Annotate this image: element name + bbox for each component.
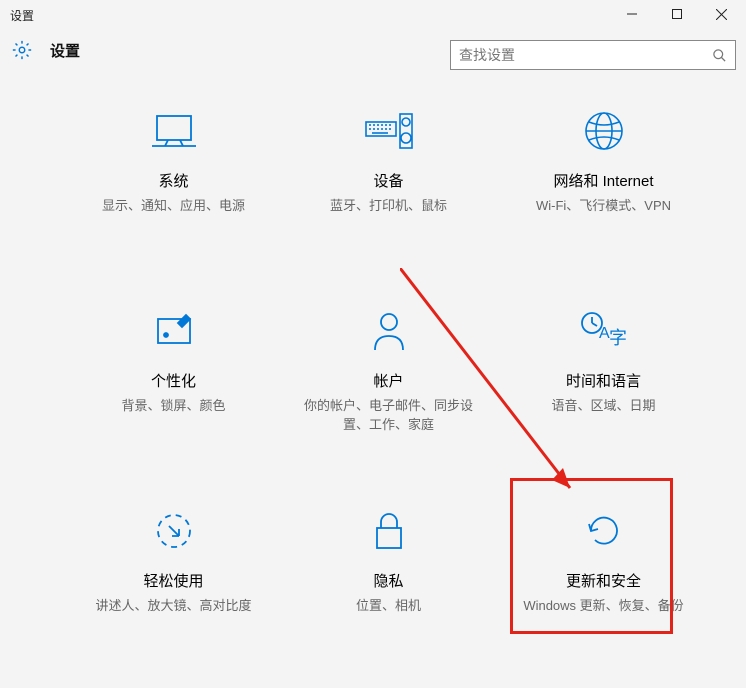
item-title: 更新和安全 xyxy=(566,570,641,591)
item-title: 轻松使用 xyxy=(143,570,203,591)
item-desc: 显示、通知、应用、电源 xyxy=(102,197,245,216)
person-icon xyxy=(369,306,409,356)
item-privacy[interactable]: 隐私 位置、相机 xyxy=(281,488,496,688)
item-personalization[interactable]: 个性化 背景、锁屏、颜色 xyxy=(66,288,281,488)
item-desc: 背景、锁屏、颜色 xyxy=(121,397,225,416)
devices-icon xyxy=(364,106,414,156)
search-input[interactable] xyxy=(459,47,712,63)
system-icon xyxy=(150,106,198,156)
search-box[interactable] xyxy=(450,40,736,70)
window-title: 设置 xyxy=(10,7,34,24)
item-title: 时间和语言 xyxy=(566,370,641,391)
item-desc: Wi-Fi、飞行模式、VPN xyxy=(536,197,671,216)
item-update-security[interactable]: 更新和安全 Windows 更新、恢复、备份 xyxy=(496,488,711,688)
language-icon: A 字 xyxy=(579,306,629,356)
personalization-icon xyxy=(150,306,198,356)
item-ease-of-access[interactable]: 轻松使用 讲述人、放大镜、高对比度 xyxy=(66,488,281,688)
item-devices[interactable]: 设备 蓝牙、打印机、鼠标 xyxy=(281,88,496,288)
item-time-language[interactable]: A 字 时间和语言 语音、区域、日期 xyxy=(496,288,711,488)
svg-text:字: 字 xyxy=(609,328,627,348)
item-desc: 位置、相机 xyxy=(356,597,421,616)
item-desc: 讲述人、放大镜、高对比度 xyxy=(95,597,251,616)
item-title: 隐私 xyxy=(373,570,403,591)
item-title: 个性化 xyxy=(151,370,196,391)
close-button[interactable] xyxy=(699,0,744,28)
item-desc: 语音、区域、日期 xyxy=(551,397,655,416)
item-network[interactable]: 网络和 Internet Wi-Fi、飞行模式、VPN xyxy=(496,88,711,288)
search-icon xyxy=(712,48,727,63)
window-controls xyxy=(609,0,744,28)
gear-icon xyxy=(10,38,34,62)
item-desc: 你的帐户、电子邮件、同步设置、工作、家庭 xyxy=(299,397,479,435)
globe-icon xyxy=(583,106,625,156)
item-desc: 蓝牙、打印机、鼠标 xyxy=(330,197,447,216)
item-desc: Windows 更新、恢复、备份 xyxy=(523,597,683,616)
settings-grid: 系统 显示、通知、应用、电源 设备 蓝牙、打印机、鼠标 网络和 Internet… xyxy=(0,80,746,688)
item-accounts[interactable]: 帐户 你的帐户、电子邮件、同步设置、工作、家庭 xyxy=(281,288,496,488)
item-system[interactable]: 系统 显示、通知、应用、电源 xyxy=(66,88,281,288)
item-title: 帐户 xyxy=(373,370,403,391)
lock-icon xyxy=(371,506,407,556)
ease-icon xyxy=(153,506,195,556)
minimize-button[interactable] xyxy=(609,0,654,28)
header-title: 设置 xyxy=(50,40,80,61)
item-title: 网络和 Internet xyxy=(553,170,653,191)
item-title: 设备 xyxy=(373,170,403,191)
item-title: 系统 xyxy=(158,170,188,191)
update-icon xyxy=(583,506,625,556)
maximize-button[interactable] xyxy=(654,0,699,28)
